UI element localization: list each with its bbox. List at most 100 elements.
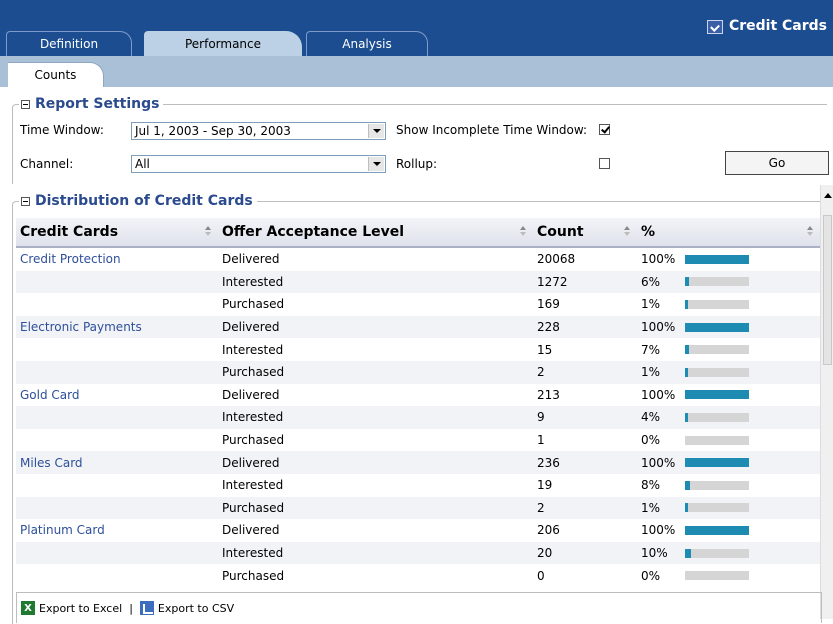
table-row: Credit Protection Delivered 20068 100% bbox=[16, 247, 820, 271]
rollup-checkbox[interactable] bbox=[599, 158, 610, 169]
percent-wrap: 4% bbox=[641, 410, 816, 424]
scroll-up-icon[interactable] bbox=[824, 193, 832, 198]
app-title-text: Credit Cards bbox=[728, 18, 827, 34]
percent-bar-fill bbox=[685, 254, 749, 264]
tab-definition[interactable]: Definition bbox=[6, 31, 132, 56]
percent-bar bbox=[685, 571, 749, 581]
distribution-grid: Credit Cards Offer Acceptance Level Coun… bbox=[16, 218, 820, 624]
percent-bar bbox=[685, 299, 749, 309]
vertical-scrollbar[interactable] bbox=[820, 185, 833, 619]
percent-text: 0% bbox=[641, 568, 661, 583]
percent-wrap: 100% bbox=[641, 523, 816, 537]
tab-analysis[interactable]: Analysis bbox=[306, 31, 428, 56]
cell-percent: 100% bbox=[637, 315, 820, 339]
cell-credit-card[interactable]: Credit Protection bbox=[16, 247, 218, 271]
sort-icon[interactable] bbox=[205, 226, 212, 237]
sort-icon[interactable] bbox=[520, 226, 527, 237]
table-body: Credit Protection Delivered 20068 100% Inter… bbox=[16, 247, 820, 587]
cell-credit-card bbox=[16, 541, 218, 565]
cell-offer-level: Delivered bbox=[218, 315, 533, 339]
cell-offer-level: Interested bbox=[222, 342, 284, 357]
credit-card-link[interactable]: Gold Card bbox=[20, 388, 79, 402]
percent-bar-fill bbox=[685, 322, 749, 332]
percent-text: 0% bbox=[641, 433, 661, 448]
chevron-down-icon[interactable] bbox=[368, 124, 384, 138]
percent-text: 100% bbox=[641, 455, 676, 470]
percent-wrap: 100% bbox=[641, 388, 816, 402]
go-button-label: Go bbox=[768, 156, 786, 170]
percent-bar-fill bbox=[685, 458, 749, 468]
subtab-counts[interactable]: Counts bbox=[8, 62, 104, 87]
col-header-label: Count bbox=[537, 224, 584, 240]
table-row: Platinum Card Delivered 206 100% bbox=[16, 519, 820, 542]
distribution-legend[interactable]: Distribution of Credit Cards bbox=[19, 193, 257, 209]
show-incomplete-checkbox[interactable] bbox=[599, 124, 610, 135]
percent-text: 100% bbox=[641, 320, 676, 335]
report-settings-legend[interactable]: Report Settings bbox=[19, 96, 164, 112]
cell-offer-level: Purchased bbox=[222, 433, 285, 448]
credit-card-link[interactable]: Electronic Payments bbox=[20, 320, 142, 334]
percent-bar-fill bbox=[685, 299, 688, 309]
percent-bar bbox=[685, 345, 749, 355]
cell-count: 1 bbox=[537, 433, 545, 448]
distribution-table: Credit Cards Offer Acceptance Level Coun… bbox=[16, 218, 820, 587]
percent-wrap: 1% bbox=[641, 501, 816, 515]
percent-bar bbox=[685, 277, 749, 287]
cell-count: 236 bbox=[533, 451, 637, 474]
cell-offer-level: Purchased bbox=[218, 360, 533, 384]
percent-text: 8% bbox=[641, 478, 661, 493]
csv-icon bbox=[139, 601, 154, 615]
collapse-icon[interactable] bbox=[21, 99, 30, 109]
percent-bar bbox=[685, 503, 749, 513]
channel-value: All bbox=[135, 157, 150, 171]
cell-credit-card[interactable]: Gold Card bbox=[16, 384, 218, 407]
chevron-down-icon[interactable] bbox=[368, 157, 384, 171]
sort-icon[interactable] bbox=[624, 226, 631, 237]
export-excel-button[interactable]: X Export to Excel bbox=[17, 601, 126, 615]
percent-bar bbox=[685, 254, 749, 264]
percent-bar-fill bbox=[685, 480, 690, 490]
cell-count: 2 bbox=[533, 360, 637, 384]
col-header-label: % bbox=[641, 224, 656, 240]
percent-bar bbox=[685, 435, 749, 445]
credit-card-link[interactable]: Platinum Card bbox=[20, 523, 105, 537]
percent-bar-fill bbox=[685, 277, 689, 287]
table-row: Purchased 1 0% bbox=[16, 429, 820, 452]
subtab-counts-label: Counts bbox=[34, 68, 77, 82]
credit-card-link[interactable]: Credit Protection bbox=[20, 252, 121, 266]
cell-credit-card[interactable]: Electronic Payments bbox=[16, 315, 218, 339]
export-excel-label: Export to Excel bbox=[39, 601, 123, 615]
channel-select[interactable]: All bbox=[131, 155, 386, 173]
percent-text: 7% bbox=[641, 342, 661, 357]
col-header-label: Offer Acceptance Level bbox=[222, 224, 405, 240]
excel-icon: X bbox=[21, 601, 35, 615]
cell-credit-card[interactable]: Platinum Card bbox=[16, 519, 218, 542]
table-row: Purchased 0 0% bbox=[16, 564, 820, 587]
percent-text: 100% bbox=[641, 523, 676, 538]
table-row: Gold Card Delivered 213 100% bbox=[16, 384, 820, 407]
percent-wrap: 1% bbox=[641, 297, 816, 311]
cell-count: 213 bbox=[537, 387, 560, 402]
col-header-offer-level[interactable]: Offer Acceptance Level bbox=[218, 218, 533, 248]
cell-count: 9 bbox=[533, 406, 637, 429]
col-header-count[interactable]: Count bbox=[533, 218, 637, 248]
credit-card-folder-icon bbox=[706, 20, 723, 34]
cell-count: 2 bbox=[533, 496, 637, 520]
sort-icon[interactable] bbox=[807, 226, 814, 237]
collapse-icon[interactable] bbox=[21, 196, 30, 206]
cell-offer-level: Purchased bbox=[222, 297, 285, 312]
export-csv-button[interactable]: Export to CSV bbox=[136, 601, 238, 615]
col-header-percent[interactable]: % bbox=[637, 218, 820, 248]
export-toolbar: X Export to Excel | Export to CSV bbox=[16, 592, 822, 623]
tab-performance[interactable]: Performance bbox=[144, 31, 302, 56]
scroll-thumb[interactable] bbox=[823, 215, 832, 365]
percent-wrap: 0% bbox=[641, 433, 816, 447]
credit-card-link[interactable]: Miles Card bbox=[20, 456, 83, 470]
time-window-select[interactable]: Jul 1, 2003 - Sep 30, 2003 bbox=[131, 122, 386, 140]
percent-bar bbox=[685, 548, 749, 558]
go-button[interactable]: Go bbox=[725, 151, 829, 175]
cell-credit-card[interactable]: Miles Card bbox=[16, 451, 218, 474]
cell-offer-level: Interested bbox=[218, 406, 533, 429]
col-header-credit-cards[interactable]: Credit Cards bbox=[16, 218, 218, 248]
percent-wrap: 100% bbox=[641, 456, 816, 470]
